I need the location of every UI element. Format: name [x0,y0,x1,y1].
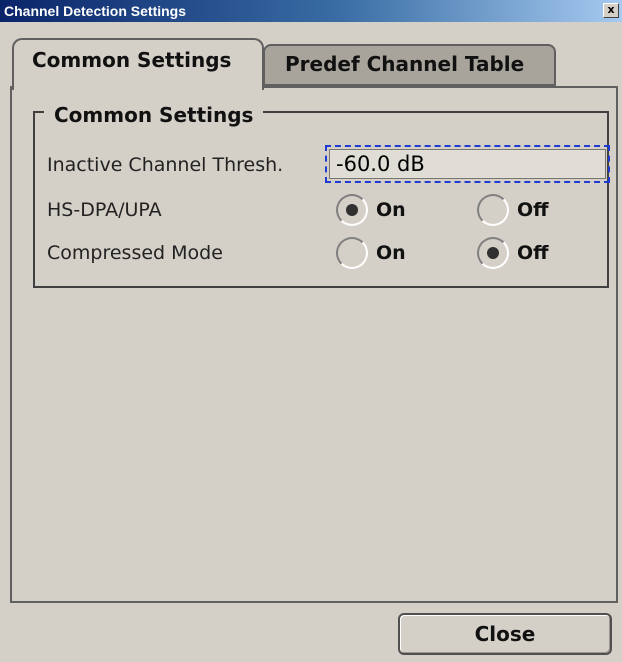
close-window-icon[interactable]: x [603,3,619,18]
tab-common-settings[interactable]: Common Settings [12,38,264,90]
tab-predef-channel-table[interactable]: Predef Channel Table [263,44,556,86]
dialog-window: Channel Detection Settings x Predef Chan… [0,0,622,662]
tab-panel [10,86,618,602]
close-button[interactable]: Close [398,613,612,655]
title-bar[interactable]: Channel Detection Settings x [0,0,622,22]
window-title: Channel Detection Settings [4,3,187,19]
